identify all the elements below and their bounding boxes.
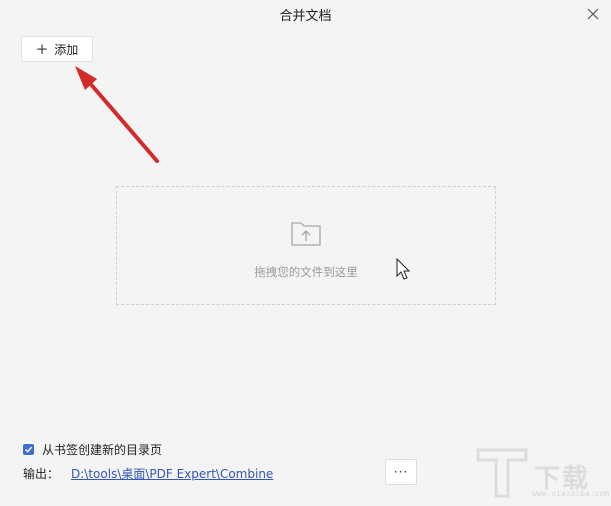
checkmark-icon: [25, 446, 33, 453]
drop-hint: 拖拽您的文件到这里: [254, 265, 358, 279]
browse-output-button[interactable]: ···: [385, 459, 417, 485]
window-title: 合并文档: [279, 9, 332, 24]
plus-icon: +: [35, 39, 49, 58]
bookmark-toc-option[interactable]: 从书签创建新的目录页: [23, 441, 162, 458]
close-button[interactable]: [583, 4, 603, 24]
bookmark-toc-checkbox[interactable]: [23, 444, 34, 455]
mouse-cursor-icon: [396, 258, 411, 280]
output-path-link[interactable]: D:\tools\桌面\PDF Expert\Combine: [71, 465, 273, 482]
title-bar: 合并文档: [0, 0, 611, 28]
output-label: 输出：: [23, 467, 60, 481]
bookmark-toc-label: 从书签创建新的目录页: [42, 443, 163, 457]
folder-upload-icon: [291, 222, 321, 246]
add-button-label: 添加: [54, 42, 79, 57]
drop-zone[interactable]: 拖拽您的文件到这里: [116, 186, 496, 305]
watermark: 下载 www.xiazaiba.com: [472, 444, 610, 502]
watermark-logo-icon: [476, 448, 528, 498]
add-button[interactable]: + 添加: [21, 36, 93, 62]
watermark-url: www.xiazaiba.com: [532, 489, 610, 498]
output-row: 输出： D:\tools\桌面\PDF Expert\Combine: [23, 465, 273, 482]
close-icon: [587, 8, 599, 20]
